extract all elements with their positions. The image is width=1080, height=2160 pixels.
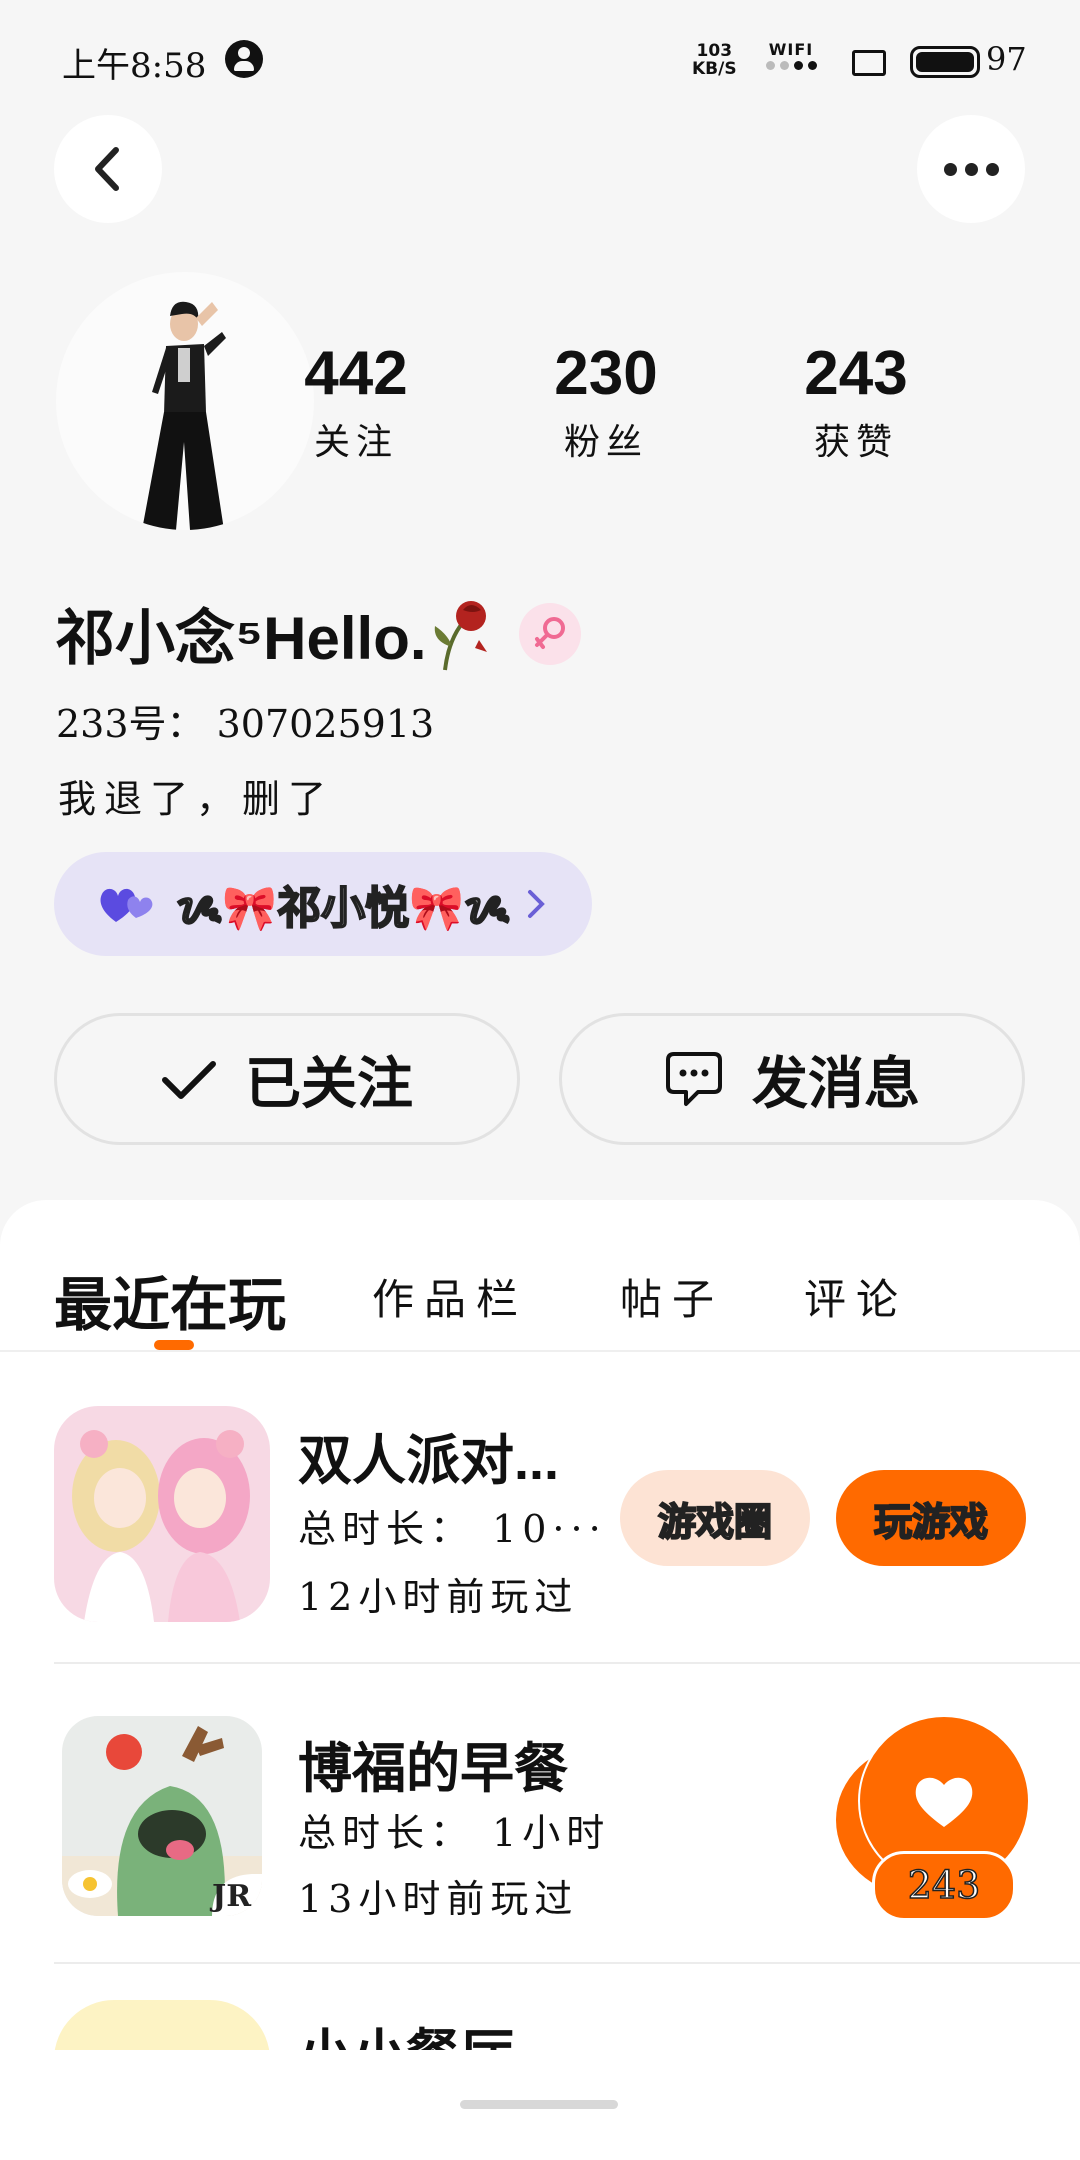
icon-badge: JR (209, 1879, 252, 1914)
tab-comments[interactable]: 评论 (804, 1266, 908, 1327)
game-title: 博福的早餐 (298, 1739, 568, 1799)
more-options-button[interactable] (917, 115, 1025, 223)
tab-divider (0, 1350, 1080, 1352)
partial-list-item[interactable]: 小小餐厅 (0, 1990, 1080, 2050)
speed-unit: KB/S (692, 59, 737, 79)
user-id[interactable]: 233号： 307025913 (56, 693, 434, 748)
active-tab-indicator (154, 1340, 194, 1350)
likes-label: 获赞 (813, 422, 898, 463)
following-count: 442 (304, 339, 408, 408)
play-game-button[interactable]: 玩游戏 (836, 1470, 1026, 1566)
status-bar: 上午8:58 103 KB/S WIFI 97 (0, 0, 1080, 120)
list-item[interactable]: 双人派对... 总时长： 10··· 12小时前玩过 游戏圈 玩游戏 (54, 1406, 1026, 1626)
double-heart-icon (100, 888, 153, 922)
game-icon-restaurant[interactable] (54, 2000, 270, 2050)
game-circle-button[interactable]: 游戏圈 (620, 1470, 810, 1566)
back-button[interactable] (54, 115, 162, 223)
game-last-played: 13小时前玩过 (298, 1877, 579, 1921)
wifi-icon: WIFI (755, 40, 827, 70)
like-floating-button[interactable]: 243 (836, 1715, 1030, 1921)
game-title: 小小餐厅 (298, 2010, 514, 2050)
speed-value: 103 (696, 41, 733, 61)
fans-label: 粉丝 (563, 422, 648, 463)
fans-count: 230 (554, 339, 658, 408)
username: 祁小念⁵Hello. (55, 590, 581, 677)
game-icon-party[interactable] (54, 1406, 270, 1622)
cp-name: ᝰ🎀祁小悦🎀ᝰ (175, 883, 511, 934)
user-status-icon (225, 40, 263, 78)
stat-following[interactable]: 442 关注 (256, 338, 456, 465)
female-gender-icon (518, 602, 581, 665)
tab-posts[interactable]: 帖子 (620, 1266, 724, 1327)
send-message-label: 发消息 (752, 1051, 920, 1115)
game-title: 双人派对... (298, 1431, 560, 1491)
home-indicator[interactable] (460, 2100, 618, 2109)
tab-works[interactable]: 作品栏 (372, 1266, 528, 1327)
heart-icon (915, 1777, 973, 1827)
likes-count: 243 (804, 339, 908, 408)
battery-level: 97 (986, 40, 1027, 78)
cp-relationship-pill[interactable]: ᝰ🎀祁小悦🎀ᝰ (54, 852, 592, 956)
stat-likes[interactable]: 243 获赞 (756, 338, 956, 465)
more-dots-icon (943, 162, 957, 176)
send-message-button[interactable]: 发消息 (559, 1013, 1025, 1145)
check-icon (162, 1061, 216, 1099)
rose-icon (434, 600, 487, 670)
row-divider (54, 1662, 1080, 1664)
row-divider (54, 1962, 1080, 1964)
game-duration: 总时长： 1小时 (298, 1811, 611, 1855)
game-duration: 总时长： 10··· (298, 1507, 607, 1551)
game-icon-breakfast[interactable]: JR (62, 1716, 262, 1916)
following-label: 关注 (313, 422, 398, 463)
chat-bubble-icon (666, 1052, 722, 1106)
tab-recently-played[interactable]: 最近在玩 (54, 1258, 286, 1342)
like-count: 243 (872, 1851, 1016, 1921)
followed-label: 已关注 (245, 1051, 413, 1115)
status-time: 上午8:58 (62, 46, 207, 86)
stat-fans[interactable]: 230 粉丝 (506, 338, 706, 465)
screen-icon (852, 50, 886, 76)
game-last-played: 12小时前玩过 (298, 1575, 579, 1619)
battery-icon (910, 46, 980, 78)
bio: 我退了，删了 (58, 777, 335, 821)
username-text: 祁小念⁵Hello. (55, 605, 427, 672)
followed-button[interactable]: 已关注 (54, 1013, 520, 1145)
chevron-left-icon (95, 147, 119, 191)
network-speed: 103 KB/S (692, 42, 737, 78)
wifi-label: WIFI (768, 40, 814, 59)
chevron-right-icon (528, 890, 545, 918)
